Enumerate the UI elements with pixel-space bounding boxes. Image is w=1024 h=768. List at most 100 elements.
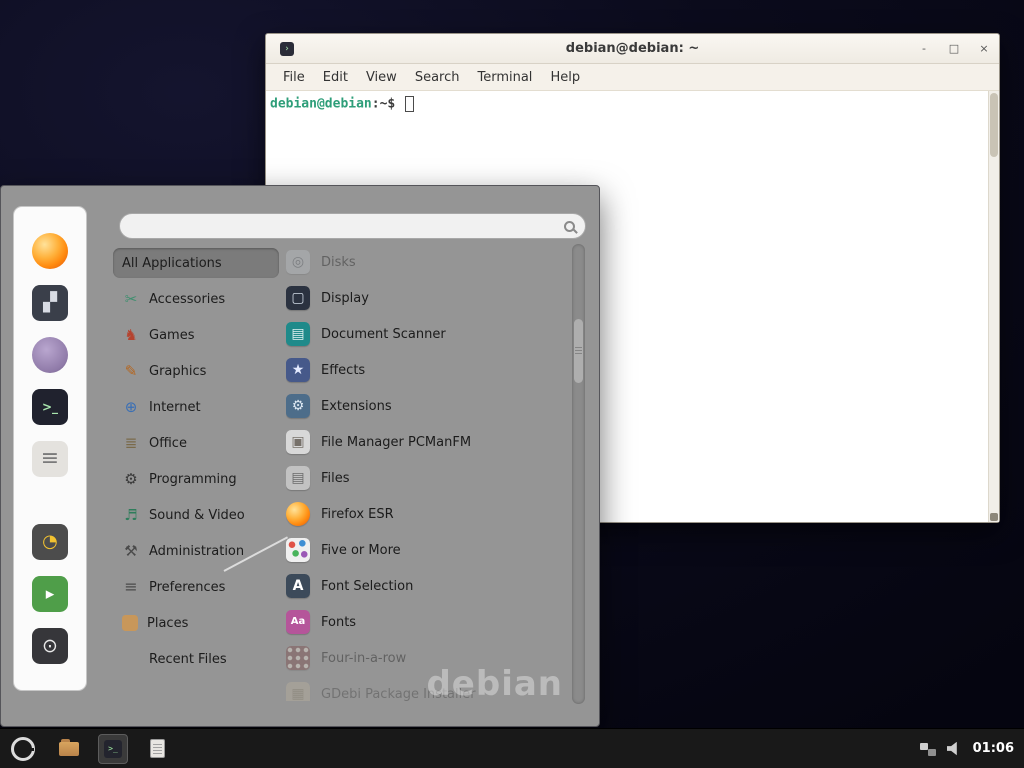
category-programming[interactable]: ⚙ Programming [113,464,279,494]
application-list: ◎Disks▢Display▤Document Scanner★Effects⚙… [286,244,566,701]
clock[interactable]: 01:06 [973,741,1014,756]
five-or-more-icon [286,538,310,562]
category-graphics[interactable]: ✎Graphics [113,356,279,386]
category-recent-files[interactable]: Recent Files [113,644,279,674]
text-editor-icon[interactable]: ≡ [32,441,68,477]
pcmanfm-icon: ▣ [286,430,310,454]
volume-icon[interactable] [947,742,962,756]
application-list-scrollbar[interactable] [572,244,585,704]
terminal-button[interactable] [98,734,128,764]
purple-app-icon[interactable] [32,337,68,373]
category-administration[interactable]: ⚒Administration [113,536,279,566]
logout-icon[interactable]: ▸ [32,576,68,612]
app-item-effects[interactable]: ★Effects [286,352,566,388]
search-box[interactable] [119,213,586,239]
terminal-prompt-suffix: :~$ [372,97,395,112]
administration-icon: ⚒ [122,542,140,560]
app-item-label: Font Selection [321,579,413,594]
app-item-label: Document Scanner [321,327,446,342]
gdebi-icon: ▦ [286,682,310,701]
category-all-applications[interactable]: All Applications [113,248,279,278]
office-icon: ≣ [122,434,140,452]
terminal-scrollbar-thumb[interactable] [990,93,998,157]
display-icon: ▢ [286,286,310,310]
search-icon [564,221,575,232]
preferences-icon: ≡ [122,578,140,596]
terminal-titlebar[interactable]: › debian@debian: ~ -□× [266,34,999,64]
terminal-menu-file[interactable]: File [274,67,314,88]
debian-watermark: debian [426,664,563,704]
desktop[interactable]: › debian@debian: ~ -□× FileEditViewSearc… [0,0,1024,768]
terminal-menu-view[interactable]: View [357,67,406,88]
terminal-menu-terminal[interactable]: Terminal [468,67,541,88]
terminal-menu-edit[interactable]: Edit [314,67,357,88]
category-label: All Applications [122,256,222,271]
app-item-extensions[interactable]: ⚙Extensions [286,388,566,424]
terminal-scrollbar-end [990,513,998,521]
category-sound-video[interactable]: ♬ Sound & Video [113,500,279,530]
app-item-label: Firefox ESR [321,507,394,522]
terminal-prompt-user: debian@debian [270,97,372,112]
blank-spacer [122,650,140,668]
power-icon[interactable]: ⊙ [32,628,68,664]
category-places[interactable]: Places [113,608,279,638]
category-accessories[interactable]: ✂ Accessories [113,284,279,314]
terminal-icon[interactable]: >_ [32,389,68,425]
fonts-icon: Aa [286,610,310,634]
close-button[interactable]: × [977,42,991,56]
games-icon: ♞ [122,326,140,344]
category-preferences[interactable]: ≡ Preferences [113,572,279,602]
category-label: Sound & Video [149,508,245,523]
files-icon: ▤ [286,466,310,490]
network-icon[interactable] [920,742,936,756]
terminal-title: debian@debian: ~ [266,41,999,56]
terminal-menu-search[interactable]: Search [406,67,469,88]
app-item-label: Disks [321,255,356,270]
maximize-button[interactable]: □ [947,42,961,56]
category-label: Programming [149,472,237,487]
files-button[interactable] [142,734,172,764]
programming-icon: ⚙ [122,470,140,488]
four-in-a-row-icon [286,646,310,670]
file-manager-button[interactable] [54,734,84,764]
app-item-fonts[interactable]: AaFonts [286,604,566,640]
terminal-cursor [405,96,414,112]
terminal-menu-help[interactable]: Help [541,67,589,88]
category-internet[interactable]: ⊕Internet [113,392,279,422]
category-label: Recent Files [149,652,227,667]
firefox-icon[interactable] [32,233,68,269]
app-item-file-manager-pcmanfm[interactable]: ▣File Manager PCManFM [286,424,566,460]
accessories-icon: ✂ [122,290,140,308]
screensaver-icon[interactable]: ◔ [32,524,68,560]
category-games[interactable]: ♞Games [113,320,279,350]
menu-button[interactable] [6,732,40,766]
taskbar-buttons [0,732,172,766]
app-item-document-scanner[interactable]: ▤ Document Scanner [286,316,566,352]
app-item-firefox-esr[interactable]: Firefox ESR [286,496,566,532]
category-office[interactable]: ≣Office [113,428,279,458]
category-label: Graphics [149,364,206,379]
internet-icon: ⊕ [122,398,140,416]
search-input[interactable] [130,219,564,234]
terminal-scrollbar[interactable] [988,91,999,522]
taskbar: 01:06 [0,728,1024,768]
sound-video-icon: ♬ [122,506,140,524]
app-item-five-or-more[interactable]: Five or More [286,532,566,568]
app-item-files[interactable]: ▤ Files [286,460,566,496]
category-label: Places [147,616,188,631]
category-label: Preferences [149,580,225,595]
extensions-icon: ⚙ [286,394,310,418]
app-item-label: Effects [321,363,365,378]
application-list-scrollbar-thumb[interactable] [574,319,583,383]
menu-icon [11,737,35,761]
app-item-font-selection[interactable]: AFont Selection [286,568,566,604]
app-item-label: Files [321,471,350,486]
photo-tool-icon[interactable]: ▞ [32,285,68,321]
app-item-label: Display [321,291,369,306]
category-label: Accessories [149,292,225,307]
firefox-esr-icon [286,502,310,526]
app-item-display[interactable]: ▢ Display [286,280,566,316]
minimize-button[interactable]: - [917,42,931,56]
document-scanner-icon: ▤ [286,322,310,346]
app-item-disks[interactable]: ◎Disks [286,244,566,280]
